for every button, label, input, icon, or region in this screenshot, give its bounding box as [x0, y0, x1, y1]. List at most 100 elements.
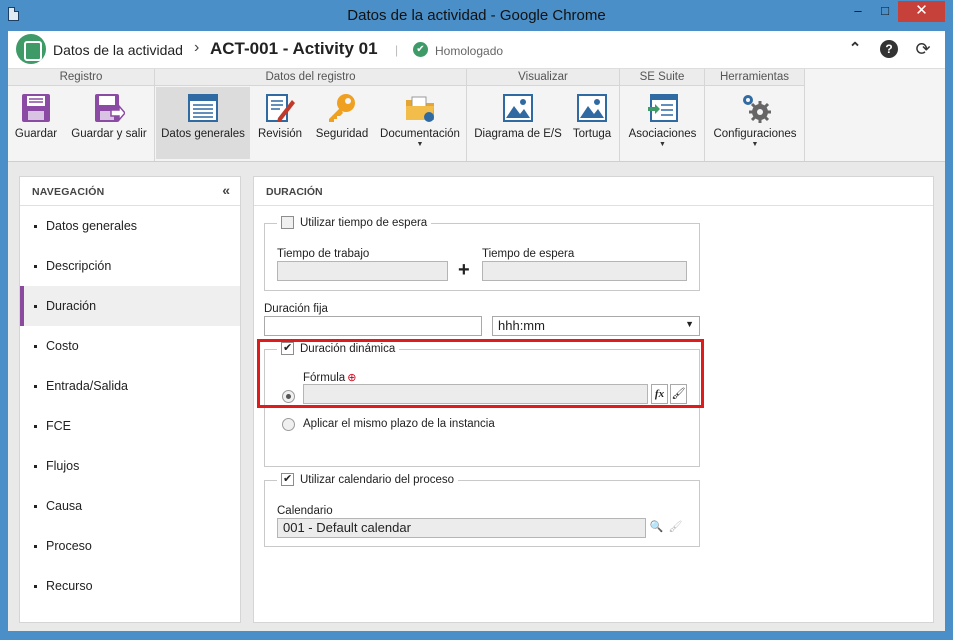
nav-item-flujos[interactable]: Flujos: [20, 446, 240, 486]
same-term-radio[interactable]: [282, 418, 295, 431]
wait-time-input[interactable]: [482, 261, 687, 281]
general-data-button[interactable]: Datos generales: [156, 87, 250, 159]
calendar-clear-button[interactable]: 🖌: [667, 518, 684, 538]
process-calendar-checkbox-label: Utilizar calendario del proceso: [300, 473, 455, 486]
ribbon-group-visualizar: Visualizar Diagrama de E/S Tortuga: [467, 69, 620, 161]
collapse-header-icon[interactable]: ⌃: [845, 39, 865, 59]
save-button[interactable]: Guardar: [8, 87, 64, 159]
collapse-nav-icon[interactable]: «: [222, 182, 230, 198]
nav-item-duracion[interactable]: Duración: [20, 286, 240, 326]
calendar-label: Calendario: [277, 505, 333, 517]
associations-icon: [647, 94, 678, 122]
nav-item-costo[interactable]: Costo: [20, 326, 240, 366]
calendar-legend: Utilizar calendario del proceso: [277, 472, 459, 486]
dynamic-duration-checkbox-label: Duración dinámica: [300, 342, 396, 355]
dropdown-caret-icon: ▼: [751, 141, 759, 148]
dynamic-duration-group: Duración dinámica Fórmula⊕ fx 🖌 Aplicar …: [264, 341, 700, 467]
fixed-duration-input[interactable]: [264, 316, 482, 336]
wait-time-group: Utilizar tiempo de espera Tiempo de trab…: [264, 216, 700, 291]
calendar-group: Utilizar calendario del proceso Calendar…: [264, 472, 700, 547]
gears-icon: [743, 95, 771, 123]
nav-item-causa[interactable]: Causa: [20, 486, 240, 526]
panel-header: DURACIÓN: [254, 177, 933, 206]
header-divider: |: [395, 43, 399, 57]
navigation-title: NAVEGACIÓN: [32, 186, 105, 198]
formula-radio[interactable]: [282, 390, 295, 403]
duration-panel: DURACIÓN Utilizar tiempo de espera Tiemp…: [253, 176, 934, 623]
window-title: Datos de la actividad - Google Chrome: [347, 7, 606, 24]
revision-button[interactable]: Revisión: [252, 87, 308, 159]
help-icon[interactable]: ?: [880, 40, 898, 58]
breadcrumb-root[interactable]: Datos de la actividad: [53, 42, 183, 58]
nav-item-label: Duración: [46, 299, 97, 313]
turtle-button[interactable]: Tortuga: [567, 87, 617, 159]
general-data-icon: [188, 94, 218, 122]
nav-item-datos-generales[interactable]: Datos generales: [20, 206, 240, 246]
ribbon-group-label: Registro: [8, 69, 154, 86]
formula-input[interactable]: [303, 384, 648, 404]
associations-label: Asociaciones: [628, 128, 697, 140]
process-calendar-checkbox[interactable]: [281, 472, 294, 486]
save-exit-icon: [95, 94, 125, 123]
nav-item-label: Descripción: [46, 259, 112, 273]
nav-item-label: Recurso: [46, 579, 93, 593]
maximize-button[interactable]: □: [872, 1, 898, 22]
nav-item-label: Entrada/Salida: [46, 379, 129, 393]
title-bar: Datos de la actividad - Google Chrome – …: [0, 0, 953, 31]
nav-item-label: Datos generales: [46, 219, 138, 233]
search-icon: 🔍: [649, 521, 664, 533]
nav-item-label: Flujos: [46, 459, 80, 473]
documentation-button[interactable]: Documentación ▼: [376, 87, 464, 159]
work-time-input[interactable]: [277, 261, 448, 281]
bullet: [34, 505, 37, 508]
duration-unit-select[interactable]: hhh:mm ▼: [492, 316, 700, 336]
save-icon: [22, 94, 50, 122]
minimize-button[interactable]: –: [845, 1, 871, 22]
bullet: [34, 545, 37, 548]
folder-icon: [406, 96, 434, 122]
formula-editor-button[interactable]: fx: [651, 384, 668, 404]
dropdown-caret-icon: ▼: [416, 141, 424, 148]
wait-time-checkbox[interactable]: [281, 216, 294, 229]
ribbon-group-datos-registro: Datos del registro Datos generales Revis…: [155, 69, 467, 161]
nav-item-fce[interactable]: FCE: [20, 406, 240, 446]
refresh-icon[interactable]: ⟳: [913, 39, 933, 59]
key-icon: [329, 94, 355, 122]
associations-button[interactable]: Asociaciones ▼: [622, 87, 703, 159]
clear-formula-button[interactable]: 🖌: [670, 384, 687, 404]
save-and-exit-button[interactable]: Guardar y salir: [66, 87, 152, 159]
nav-item-proceso[interactable]: Proceso: [20, 526, 240, 566]
nav-item-recurso[interactable]: Recurso: [20, 566, 240, 606]
duration-unit-value: hhh:mm: [498, 318, 545, 333]
dynamic-duration-checkbox[interactable]: [281, 341, 294, 355]
revision-icon: [266, 94, 295, 122]
ribbon-group-label: Datos del registro: [155, 69, 466, 86]
security-button[interactable]: Seguridad: [310, 87, 374, 159]
nav-item-label: Causa: [46, 499, 83, 513]
calendar-search-button[interactable]: 🔍: [648, 518, 665, 538]
calendar-input[interactable]: 001 - Default calendar: [277, 518, 646, 538]
app-logo-icon: [16, 34, 46, 64]
status-label: Homologado: [435, 44, 504, 58]
navigation-panel: NAVEGACIÓN « Datos generales Descripción…: [19, 176, 241, 623]
ribbon-group-label: Visualizar: [467, 69, 619, 86]
ribbon-group-label: Herramientas: [705, 69, 804, 86]
general-data-label: Datos generales: [161, 128, 245, 140]
configurations-label: Configuraciones: [713, 128, 797, 140]
configurations-button[interactable]: Configuraciones ▼: [707, 87, 803, 159]
chevron-down-icon: ▼: [685, 319, 694, 329]
io-diagram-button[interactable]: Diagrama de E/S: [471, 87, 565, 159]
panel-title: DURACIÓN: [266, 186, 323, 198]
nav-item-entrada-salida[interactable]: Entrada/Salida: [20, 366, 240, 406]
close-button[interactable]: ✕: [898, 1, 945, 22]
nav-item-label: Costo: [46, 339, 79, 353]
diagram-icon: [503, 94, 533, 122]
security-label: Seguridad: [315, 128, 369, 140]
nav-item-descripcion[interactable]: Descripción: [20, 246, 240, 286]
bullet: [34, 465, 37, 468]
ribbon-toolbar: Registro Guardar Guardar y salir Datos d…: [8, 69, 945, 162]
formula-label-text: Fórmula: [303, 372, 346, 384]
work-time-label: Tiempo de trabajo: [277, 248, 370, 260]
dropdown-caret-icon: ▼: [659, 141, 666, 148]
turtle-label: Tortuga: [572, 128, 612, 140]
